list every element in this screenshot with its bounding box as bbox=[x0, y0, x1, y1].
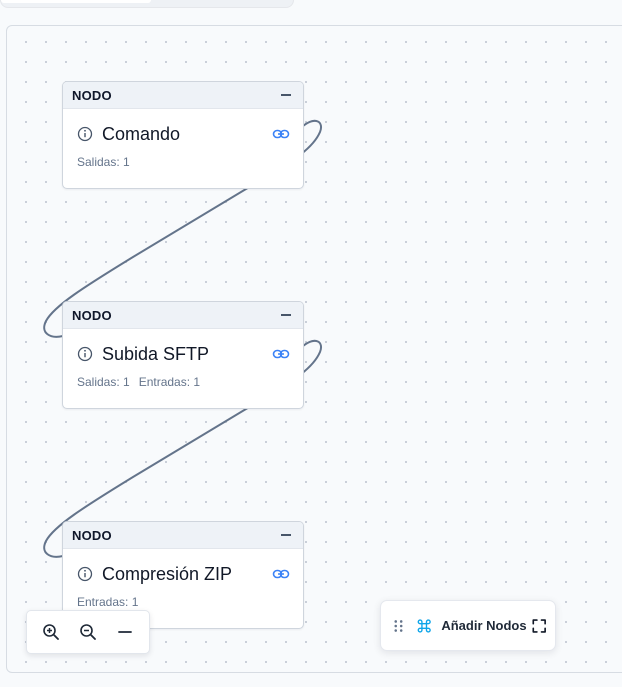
node-header[interactable]: NODO bbox=[63, 302, 303, 329]
link-icon[interactable] bbox=[272, 345, 290, 363]
node-subida-sftp[interactable]: NODO Subida SFTP Salidas: 1 Entradas: 1 bbox=[62, 301, 304, 409]
node-inputs-count: Entradas: 1 bbox=[77, 595, 139, 609]
collapse-button[interactable] bbox=[279, 88, 293, 102]
collapse-button[interactable] bbox=[279, 308, 293, 322]
node-header[interactable]: NODO bbox=[63, 82, 303, 109]
info-icon[interactable] bbox=[77, 346, 93, 362]
node-type-label: NODO bbox=[72, 307, 112, 323]
node-outputs-count: Salidas: 1 bbox=[77, 375, 130, 389]
link-icon[interactable] bbox=[272, 125, 290, 143]
zoom-controls bbox=[26, 610, 150, 654]
command-icon bbox=[417, 618, 431, 633]
info-icon[interactable] bbox=[77, 126, 93, 142]
active-tab-indicator[interactable] bbox=[1, 0, 151, 3]
collapse-button[interactable] bbox=[279, 528, 293, 542]
node-title: Subida SFTP bbox=[102, 343, 210, 364]
fullscreen-icon[interactable] bbox=[531, 617, 547, 635]
info-icon[interactable] bbox=[77, 566, 93, 582]
minus-icon bbox=[117, 631, 132, 633]
zoom-in-icon bbox=[43, 624, 60, 640]
zoom-out-icon bbox=[80, 624, 96, 640]
node-title: Compresión ZIP bbox=[102, 563, 233, 584]
zoom-out-button[interactable] bbox=[74, 618, 102, 646]
node-header[interactable]: NODO bbox=[63, 522, 303, 549]
node-comando[interactable]: NODO Comando Salidas: 1 bbox=[62, 81, 304, 189]
node-title: Comando bbox=[102, 123, 181, 144]
node-outputs-count: Salidas: 1 bbox=[77, 155, 130, 169]
add-nodes-toolbar: Añadir Nodos bbox=[380, 600, 556, 651]
link-icon[interactable] bbox=[272, 565, 290, 583]
node-type-label: NODO bbox=[72, 527, 112, 543]
drag-handle-icon[interactable] bbox=[393, 618, 404, 634]
top-tab-strip bbox=[0, 0, 294, 8]
zoom-in-button[interactable] bbox=[37, 618, 65, 646]
fit-view-button[interactable] bbox=[111, 618, 139, 646]
add-nodes-button[interactable]: Añadir Nodos bbox=[441, 618, 526, 633]
node-type-label: NODO bbox=[72, 87, 112, 103]
node-inputs-count: Entradas: 1 bbox=[138, 375, 201, 389]
